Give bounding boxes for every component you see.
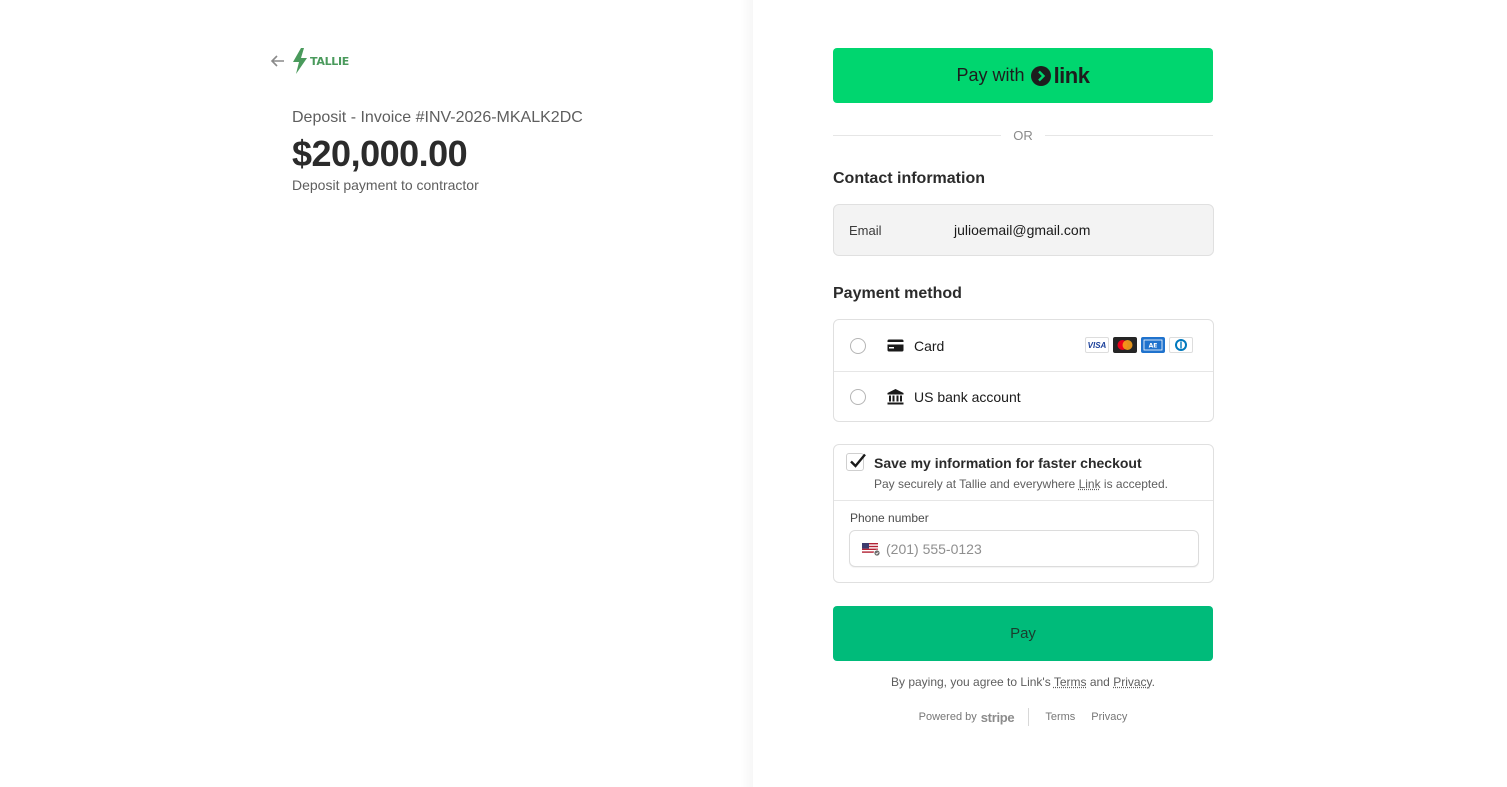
diners-club-icon — [1169, 337, 1193, 353]
save-sub-suffix: is accepted. — [1100, 477, 1168, 491]
divider-line — [833, 134, 1002, 136]
total-amount: $20,000.00 — [292, 133, 468, 174]
save-info-checkbox[interactable] — [846, 453, 866, 471]
phone-field[interactable] — [849, 530, 1199, 567]
payment-method-title: Payment method — [833, 285, 962, 302]
credit-card-icon — [886, 338, 904, 354]
payment-method-list: Card VISA AE US bank account — [833, 319, 1214, 422]
payment-option-bank[interactable]: US bank account — [834, 371, 1213, 422]
back-arrow-icon[interactable] — [270, 53, 288, 71]
contact-section-title: Contact information — [833, 170, 985, 187]
pay-button[interactable]: Pay — [833, 606, 1213, 661]
checkmark-icon — [850, 453, 866, 468]
phone-label: Phone number — [850, 511, 929, 525]
order-summary-panel: TALLIE Deposit - Invoice #INV-2026-MKALK… — [0, 0, 752, 787]
payment-panel: Pay with link OR Contact information Ema… — [753, 0, 1507, 787]
agreement-text: By paying, you agree to Link's Terms and… — [833, 675, 1213, 689]
pay-with-label: Pay with — [956, 65, 1025, 85]
us-flag-icon[interactable] — [862, 543, 881, 557]
agreement-suffix: . — [1151, 675, 1155, 689]
pay-button-label: Pay — [1010, 625, 1036, 642]
save-info-title: Save my information for faster checkout — [874, 455, 1142, 471]
svg-text:AE: AE — [1149, 343, 1158, 350]
amount-description: Deposit payment to contractor — [292, 177, 479, 193]
bank-label: US bank account — [914, 389, 1021, 405]
divider-line — [1044, 134, 1213, 136]
stripe-logo: stripe — [980, 709, 1015, 725]
save-info-subtitle: Pay securely at Tallie and everywhere Li… — [874, 477, 1168, 491]
bank-radio[interactable] — [850, 389, 866, 405]
footer: Powered by stripe Terms Privacy — [833, 708, 1213, 726]
link-privacy-link[interactable]: Privacy — [1113, 675, 1151, 689]
email-value: julioemail@gmail.com — [954, 222, 1091, 238]
email-field[interactable]: Email julioemail@gmail.com — [833, 204, 1214, 256]
email-label: Email — [849, 222, 882, 238]
pay-with-link-button[interactable]: Pay with link — [833, 48, 1213, 103]
agreement-prefix: By paying, you agree to Link's — [890, 675, 1054, 689]
save-sub-prefix: Pay securely at Tallie and everywhere — [874, 477, 1079, 491]
save-info-separator — [834, 500, 1213, 501]
phone-input[interactable] — [886, 540, 1186, 557]
invoice-title: Deposit - Invoice #INV-2026-MKALK2DC — [292, 109, 583, 126]
card-radio[interactable] — [850, 337, 866, 354]
link-logo: link — [1030, 62, 1090, 89]
amex-icon: AE — [1141, 337, 1165, 353]
link-info-link[interactable]: Link — [1079, 477, 1101, 491]
bank-icon — [886, 389, 904, 405]
footer-privacy-link[interactable]: Privacy — [1091, 711, 1127, 723]
link-chevron-icon — [1030, 65, 1051, 86]
footer-terms-link[interactable]: Terms — [1045, 711, 1075, 723]
merchant-logo[interactable]: TALLIE — [292, 48, 349, 74]
card-label: Card — [914, 337, 945, 354]
mastercard-icon — [1113, 337, 1137, 353]
payment-option-card[interactable]: Card VISA AE — [834, 320, 1213, 371]
powered-by-text: Powered by — [918, 711, 977, 723]
link-brand-text: link — [1053, 62, 1090, 88]
lightning-bolt-icon — [293, 48, 307, 74]
panel-divider — [740, 0, 754, 787]
checkout-page: TALLIE Deposit - Invoice #INV-2026-MKALK… — [0, 0, 1507, 787]
powered-by-stripe[interactable]: Powered by stripe — [919, 708, 1030, 726]
card-brands: VISA AE — [1085, 337, 1193, 353]
or-text: OR — [1013, 127, 1033, 143]
or-divider: OR — [833, 126, 1213, 144]
merchant-name: TALLIE — [310, 54, 349, 68]
link-terms-link[interactable]: Terms — [1054, 675, 1087, 689]
agreement-and: and — [1086, 675, 1114, 689]
save-info-box: Save my information for faster checkout … — [833, 444, 1214, 583]
visa-icon: VISA — [1085, 337, 1109, 353]
